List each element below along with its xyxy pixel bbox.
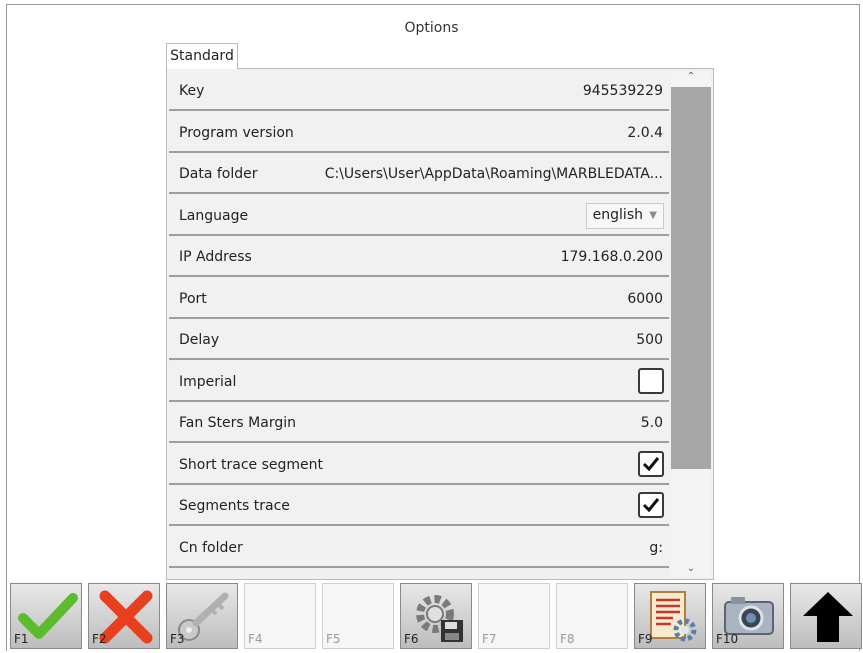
fkey-label: F8 [560,632,575,646]
imperial-checkbox[interactable] [638,367,664,394]
f9-document-settings-button[interactable]: F9 [634,583,706,649]
fkey-label: F1 [14,632,29,646]
fkey-label: F9 [638,632,653,646]
setting-label: Delay [179,332,220,348]
setting-label: IP Address [179,249,252,265]
segments-trace-checkbox[interactable] [638,492,664,518]
fkey-label: F6 [404,632,419,646]
setting-row-cn-folder[interactable]: Cn folder g: [169,527,669,568]
data-folder-path[interactable]: C:\Users\User\AppData\Roaming\MARBLEDATA… [325,166,663,182]
fkey-label: F7 [482,632,497,646]
setting-row-port[interactable]: Port 6000 [169,278,669,319]
f5-button[interactable]: F5 [322,583,394,649]
setting-row-language: Language english ▼ [169,195,669,236]
setting-label: Key [179,83,205,99]
fkey-label: F10 [716,632,739,646]
setting-label: Cn folder [179,539,243,556]
setting-label: Segments trace [179,498,290,514]
delay-field[interactable]: 500 [636,332,663,348]
setting-row-ip-address[interactable]: IP Address 179.168.0.200 [169,237,669,277]
up-arrow-button[interactable] [790,583,862,649]
f4-button[interactable]: F4 [244,583,316,649]
f3-key-button[interactable]: F3 [166,583,238,649]
function-key-toolbar: F1 F2 F3 F4 F5 F6 F7 F8 F9 F10 [10,583,862,649]
f6-save-settings-button[interactable]: F6 [400,583,472,649]
setting-value: 2.0.4 [627,124,663,141]
vertical-scrollbar[interactable]: ⌃ ⌄ [671,71,711,577]
fkey-label: F3 [170,632,185,646]
scroll-down-icon[interactable]: ⌄ [671,563,711,577]
options-panel: Key 945539229 Program version 2.0.4 Data… [166,68,714,580]
cn-folder-path[interactable]: g: [649,540,663,556]
language-selected-value: english [592,206,643,223]
setting-value: 945539229 [582,83,663,99]
f2-cancel-button[interactable]: F2 [88,583,160,649]
window-title: Options [404,20,459,36]
setting-label: Short trace segment [179,456,324,473]
fkey-label: F4 [248,632,263,646]
setting-label: Fan Sters Margin [179,415,296,431]
checkmark-icon [642,456,660,471]
f7-button[interactable]: F7 [478,583,550,649]
port-field[interactable]: 6000 [627,291,663,307]
setting-label: Language [179,207,249,224]
setting-row-fan-sters-margin[interactable]: Fan Sters Margin 5.0 [169,403,669,443]
setting-row-short-trace-segment: Short trace segment [169,444,669,485]
setting-row-key: Key 945539229 [169,71,669,111]
setting-row-data-folder[interactable]: Data folder C:\Users\User\AppData\Roamin… [169,154,669,194]
f10-camera-button[interactable]: F10 [712,583,784,649]
setting-label: Port [179,290,207,307]
scrollbar-thumb[interactable] [671,87,711,469]
language-select[interactable]: english ▼ [585,202,664,229]
fkey-label: F2 [92,632,107,646]
scroll-up-icon[interactable]: ⌃ [671,71,711,85]
f8-button[interactable]: F8 [556,583,628,649]
setting-row-delay[interactable]: Delay 500 [169,320,669,360]
setting-row-segments-trace: Segments trace [169,486,669,526]
f1-confirm-button[interactable]: F1 [10,583,82,649]
fkey-label: F5 [326,632,341,646]
short-trace-segment-checkbox[interactable] [638,450,664,477]
ip-address-field[interactable]: 179.168.0.200 [561,249,663,265]
setting-label: Program version [179,124,294,141]
up-arrow-icon [803,592,853,642]
setting-label: Imperial [179,373,237,390]
setting-row-imperial: Imperial [169,361,669,402]
checkmark-icon [642,498,660,513]
setting-label: Data folder [179,166,258,182]
settings-list: Key 945539229 Program version 2.0.4 Data… [169,71,669,569]
chevron-down-icon: ▼ [649,209,657,221]
fan-sters-margin-field[interactable]: 5.0 [641,415,663,431]
setting-row-program-version: Program version 2.0.4 [169,112,669,153]
tab-standard[interactable]: Standard [166,43,238,69]
